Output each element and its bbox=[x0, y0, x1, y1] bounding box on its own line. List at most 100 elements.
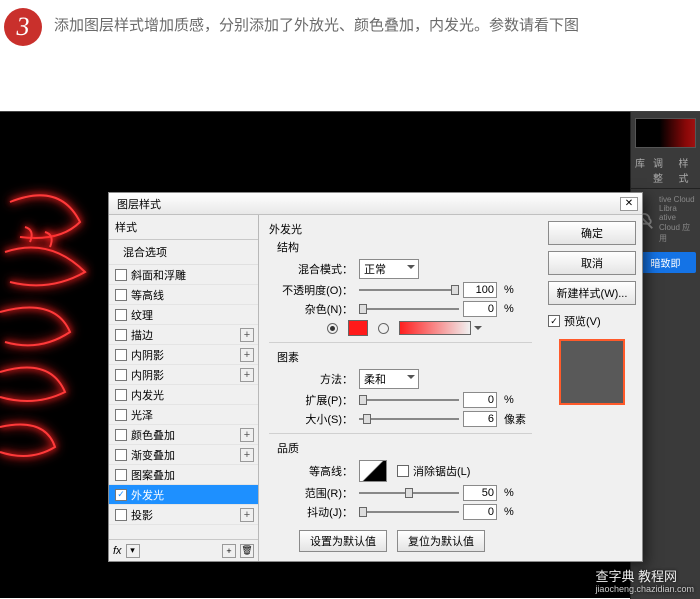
style-item-3[interactable]: 描边+ bbox=[109, 325, 258, 345]
styles-header[interactable]: 样式 bbox=[109, 215, 258, 240]
opacity-slider[interactable] bbox=[359, 286, 459, 294]
style-foot-arrow-icon[interactable]: ▾ bbox=[126, 544, 140, 558]
noise-slider[interactable] bbox=[359, 305, 459, 313]
style-item-plus-icon[interactable]: + bbox=[240, 328, 254, 342]
ok-button[interactable]: 确定 bbox=[548, 221, 636, 245]
style-item-plus-icon[interactable]: + bbox=[240, 348, 254, 362]
style-item-checkbox[interactable] bbox=[115, 329, 127, 341]
style-item-1[interactable]: 等高线 bbox=[109, 285, 258, 305]
jitter-unit: % bbox=[504, 506, 514, 518]
blend-options-header[interactable]: 混合选项 bbox=[109, 240, 258, 265]
cc-blue-button[interactable]: 暗致即 bbox=[635, 252, 696, 273]
style-item-8[interactable]: 颜色叠加+ bbox=[109, 425, 258, 445]
cancel-button[interactable]: 取消 bbox=[548, 251, 636, 275]
noise-input[interactable]: 0 bbox=[463, 301, 497, 317]
technique-label: 方法： bbox=[269, 371, 353, 387]
style-item-checkbox[interactable]: ✓ bbox=[115, 489, 127, 501]
color-radio[interactable] bbox=[327, 323, 338, 334]
spread-input[interactable]: 0 bbox=[463, 392, 497, 408]
new-style-button[interactable]: 新建样式(W)... bbox=[548, 281, 636, 305]
antialias-checkbox[interactable] bbox=[397, 465, 409, 477]
gradient-radio[interactable] bbox=[378, 323, 389, 334]
style-item-label: 内阴影 bbox=[131, 367, 240, 383]
jitter-slider[interactable] bbox=[359, 508, 459, 516]
style-item-10[interactable]: 图案叠加 bbox=[109, 465, 258, 485]
style-item-4[interactable]: 内阴影+ bbox=[109, 345, 258, 365]
style-item-checkbox[interactable] bbox=[115, 449, 127, 461]
range-unit: % bbox=[504, 487, 514, 499]
style-item-label: 光泽 bbox=[131, 407, 254, 423]
style-item-2[interactable]: 纹理 bbox=[109, 305, 258, 325]
opacity-unit: % bbox=[504, 284, 514, 296]
style-item-7[interactable]: 光泽 bbox=[109, 405, 258, 425]
style-item-label: 投影 bbox=[131, 507, 240, 523]
style-item-checkbox[interactable] bbox=[115, 469, 127, 481]
style-item-plus-icon[interactable]: + bbox=[240, 508, 254, 522]
style-item-plus-icon[interactable]: + bbox=[240, 448, 254, 462]
style-item-0[interactable]: 斜面和浮雕 bbox=[109, 265, 258, 285]
spread-unit: % bbox=[504, 394, 514, 406]
technique-select[interactable]: 柔和 bbox=[359, 369, 419, 389]
cc-text-1: tive Cloud Libra bbox=[659, 195, 698, 213]
style-item-checkbox[interactable] bbox=[115, 429, 127, 441]
style-item-9[interactable]: 渐变叠加+ bbox=[109, 445, 258, 465]
style-item-plus-icon[interactable]: + bbox=[240, 368, 254, 382]
make-default-button[interactable]: 设置为默认值 bbox=[299, 530, 387, 552]
cc-text-2: ative Cloud 应用 bbox=[659, 213, 698, 244]
photoshop-workspace: 库 调整 样式 tive Cloud Libra ative Cloud 应用 … bbox=[0, 111, 700, 598]
step-number-badge: 3 bbox=[4, 8, 42, 46]
range-input[interactable]: 50 bbox=[463, 485, 497, 501]
style-item-plus-icon[interactable]: + bbox=[240, 428, 254, 442]
blend-mode-label: 混合模式： bbox=[269, 261, 353, 277]
tab-styles[interactable]: 样式 bbox=[679, 155, 697, 185]
size-input[interactable]: 6 bbox=[463, 411, 497, 427]
neon-artwork bbox=[0, 182, 120, 502]
style-item-label: 斜面和浮雕 bbox=[131, 267, 254, 283]
antialias-label: 消除锯齿(L) bbox=[413, 463, 470, 479]
style-item-checkbox[interactable] bbox=[115, 269, 127, 281]
tab-library[interactable]: 库 bbox=[635, 155, 645, 185]
contour-picker[interactable] bbox=[359, 460, 387, 482]
style-item-checkbox[interactable] bbox=[115, 309, 127, 321]
size-label: 大小(S)： bbox=[269, 411, 353, 427]
structure-subtitle: 结构 bbox=[277, 239, 532, 255]
style-item-checkbox[interactable] bbox=[115, 349, 127, 361]
reset-default-button[interactable]: 复位为默认值 bbox=[397, 530, 485, 552]
spread-slider[interactable] bbox=[359, 396, 459, 404]
jitter-input[interactable]: 0 bbox=[463, 504, 497, 520]
preview-checkbox[interactable]: ✓ bbox=[548, 315, 560, 327]
color-picker-swatch[interactable] bbox=[635, 118, 696, 148]
tab-adjustments[interactable]: 调整 bbox=[653, 155, 671, 185]
style-item-label: 内发光 bbox=[131, 387, 254, 403]
style-item-label: 颜色叠加 bbox=[131, 427, 240, 443]
section-title: 外发光 bbox=[269, 221, 532, 237]
noise-label: 杂色(N)： bbox=[269, 301, 353, 317]
style-item-label: 等高线 bbox=[131, 287, 254, 303]
style-item-5[interactable]: 内阴影+ bbox=[109, 365, 258, 385]
size-unit: 像素 bbox=[504, 411, 526, 427]
style-item-checkbox[interactable] bbox=[115, 509, 127, 521]
glow-gradient[interactable] bbox=[399, 321, 471, 335]
quality-subtitle: 品质 bbox=[277, 440, 532, 456]
trash-icon[interactable]: 🗑 bbox=[240, 544, 254, 558]
style-item-checkbox[interactable] bbox=[115, 289, 127, 301]
range-label: 范围(R)： bbox=[269, 485, 353, 501]
glow-color-swatch[interactable] bbox=[348, 320, 368, 336]
opacity-label: 不透明度(O)： bbox=[269, 282, 353, 298]
style-item-checkbox[interactable] bbox=[115, 369, 127, 381]
close-icon[interactable]: ✕ bbox=[620, 197, 638, 211]
range-slider[interactable] bbox=[359, 489, 459, 497]
style-item-6[interactable]: 内发光 bbox=[109, 385, 258, 405]
style-item-12[interactable]: 投影+ bbox=[109, 505, 258, 525]
blend-mode-select[interactable]: 正常 bbox=[359, 259, 419, 279]
style-item-checkbox[interactable] bbox=[115, 389, 127, 401]
style-item-checkbox[interactable] bbox=[115, 409, 127, 421]
outer-glow-settings: 外发光 结构 混合模式： 正常 不透明度(O)： 100 % 杂色(N)： bbox=[259, 215, 542, 561]
style-item-11[interactable]: ✓外发光 bbox=[109, 485, 258, 505]
fx-icon[interactable]: fx bbox=[113, 545, 122, 557]
watermark: 查字典 教程网 jiaocheng.chazidian.com bbox=[595, 566, 694, 594]
opacity-input[interactable]: 100 bbox=[463, 282, 497, 298]
style-item-label: 渐变叠加 bbox=[131, 447, 240, 463]
style-foot-add-icon[interactable]: + bbox=[222, 544, 236, 558]
size-slider[interactable] bbox=[359, 415, 459, 423]
